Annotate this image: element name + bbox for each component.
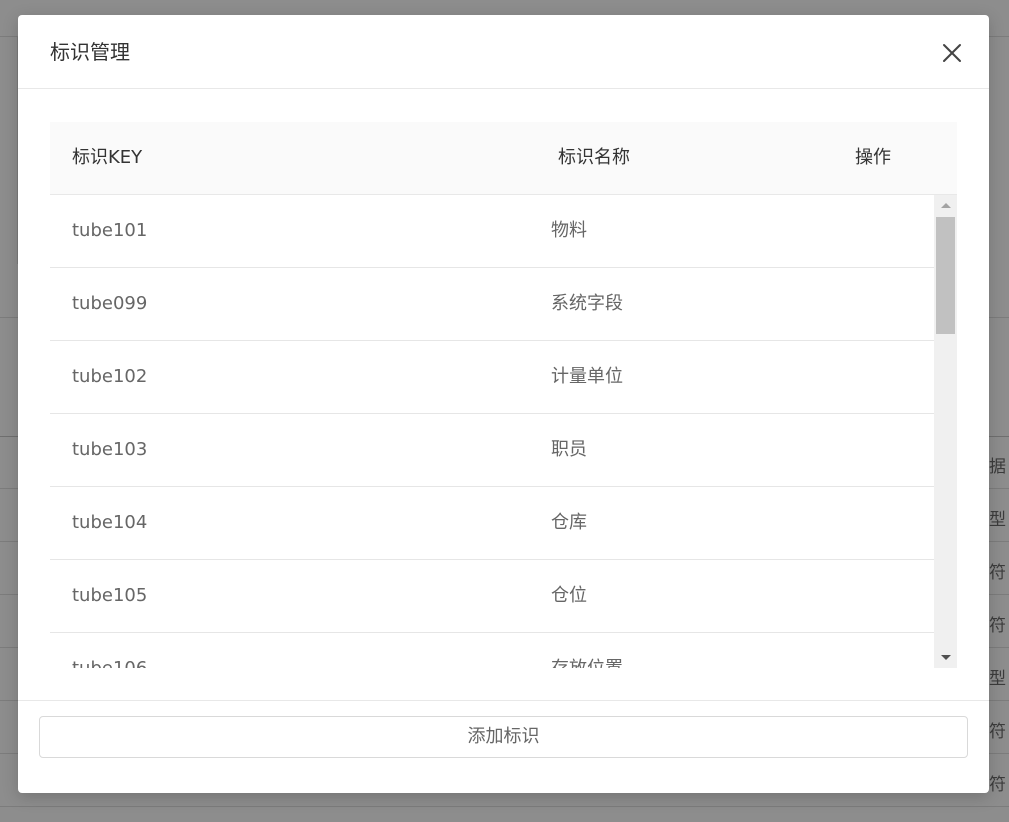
identifier-table: 标识KEY 标识名称 操作 tube101 物料 tube099 系统字段 tu… [50,122,957,668]
vertical-scrollbar[interactable] [934,195,957,668]
scroll-down-arrow-icon[interactable] [941,655,951,660]
identifier-name-cell: 系统字段 [551,293,623,314]
identifier-key-cell: tube103 [72,439,148,460]
scroll-up-arrow-icon[interactable] [941,203,951,208]
table-row[interactable]: tube099 系统字段 [50,268,934,341]
identifier-name-cell: 仓库 [551,512,587,533]
background-divider [0,806,1009,807]
background-cell-text: 符 [989,722,1006,742]
close-button[interactable] [938,39,966,67]
identifier-name-cell: 职员 [551,439,587,460]
identifier-key-cell: tube105 [72,585,148,606]
table-row[interactable]: tube103 职员 [50,414,934,487]
background-cell-text: 符 [989,775,1006,795]
table-body[interactable]: tube101 物料 tube099 系统字段 tube102 计量单位 tub… [50,195,957,668]
table-row[interactable]: tube105 仓位 [50,560,934,633]
identifier-key-cell: tube102 [72,366,148,387]
table-row[interactable]: tube101 物料 [50,195,934,268]
column-header-name: 标识名称 [558,147,630,168]
identifier-management-dialog: 标识管理 标识KEY 标识名称 操作 tube101 物料 tube099 系统… [18,15,989,793]
dialog-header: 标识管理 [18,15,989,89]
background-cell-text: 型 [989,669,1006,689]
background-cell-text: 据 [989,457,1006,477]
table-row[interactable]: tube104 仓库 [50,487,934,560]
dialog-title: 标识管理 [50,40,130,64]
identifier-key-cell: tube099 [72,293,148,314]
background-cell-text: 型 [989,510,1006,530]
identifier-key-cell: tube106 [72,633,147,668]
table-row[interactable]: tube106 存放位置 [50,633,934,668]
table-row[interactable]: tube102 计量单位 [50,341,934,414]
identifier-name-cell: 物料 [551,220,587,241]
identifier-name-cell: 存放位置 [551,633,623,668]
dialog-footer: 添加标识 [18,700,989,793]
identifier-name-cell: 计量单位 [551,366,623,387]
identifier-key-cell: tube104 [72,512,148,533]
background-cell-text: 符 [989,616,1006,636]
close-icon[interactable] [938,39,966,67]
background-cell-text: 符 [989,563,1006,583]
identifier-key-cell: tube101 [72,220,148,241]
column-header-actions: 操作 [855,147,891,168]
scrollbar-thumb[interactable] [936,217,955,334]
table-header: 标识KEY 标识名称 操作 [50,122,957,195]
identifier-name-cell: 仓位 [551,585,587,606]
column-header-key: 标识KEY [72,147,143,168]
add-identifier-button[interactable]: 添加标识 [39,716,968,758]
